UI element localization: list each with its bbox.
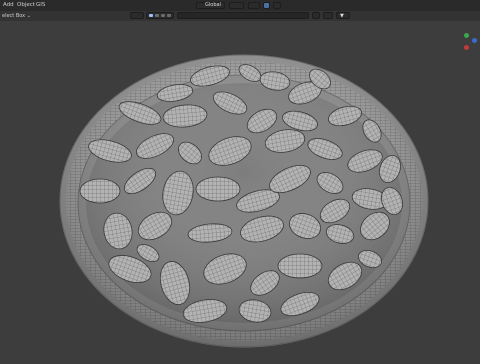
3d-viewport[interactable] bbox=[0, 21, 480, 360]
gizmo-z-axis-icon[interactable] bbox=[472, 38, 477, 43]
outliner-search-field[interactable] bbox=[177, 12, 309, 19]
menu-gis[interactable]: GIS bbox=[36, 0, 45, 11]
snap-target-dropdown[interactable] bbox=[248, 2, 260, 9]
transform-orientation-label: Global bbox=[205, 2, 221, 8]
gizmo-y-axis-icon[interactable] bbox=[464, 33, 469, 38]
menu-object[interactable]: Object bbox=[17, 0, 35, 11]
filter-toggle[interactable] bbox=[312, 12, 320, 19]
gizmo-x-axis-icon[interactable] bbox=[464, 45, 469, 50]
visibility-toggle[interactable] bbox=[130, 12, 144, 19]
box-select-icon bbox=[155, 14, 159, 17]
selectability-toggles[interactable] bbox=[146, 12, 174, 19]
subtract-select-icon bbox=[167, 14, 171, 17]
transform-orientation-dropdown[interactable]: Global bbox=[196, 2, 225, 9]
select-box-button[interactable]: elect Box ⌄ bbox=[0, 11, 33, 21]
proportional-toggle[interactable] bbox=[263, 2, 270, 9]
bowl-of-seeds-render bbox=[59, 54, 429, 348]
proportional-falloff-dropdown[interactable] bbox=[273, 2, 281, 9]
extend-select-icon bbox=[161, 14, 165, 17]
filter-dropdown[interactable]: ▼ bbox=[336, 12, 350, 19]
funnel-icon: ▼ bbox=[340, 13, 344, 19]
cursor-icon bbox=[149, 14, 153, 17]
menu-add[interactable]: Add bbox=[3, 0, 14, 11]
snap-dropdown[interactable] bbox=[229, 2, 244, 9]
tool-subbar: elect Box ⌄ ▼ bbox=[0, 11, 480, 21]
layout-toggle[interactable] bbox=[323, 12, 333, 19]
